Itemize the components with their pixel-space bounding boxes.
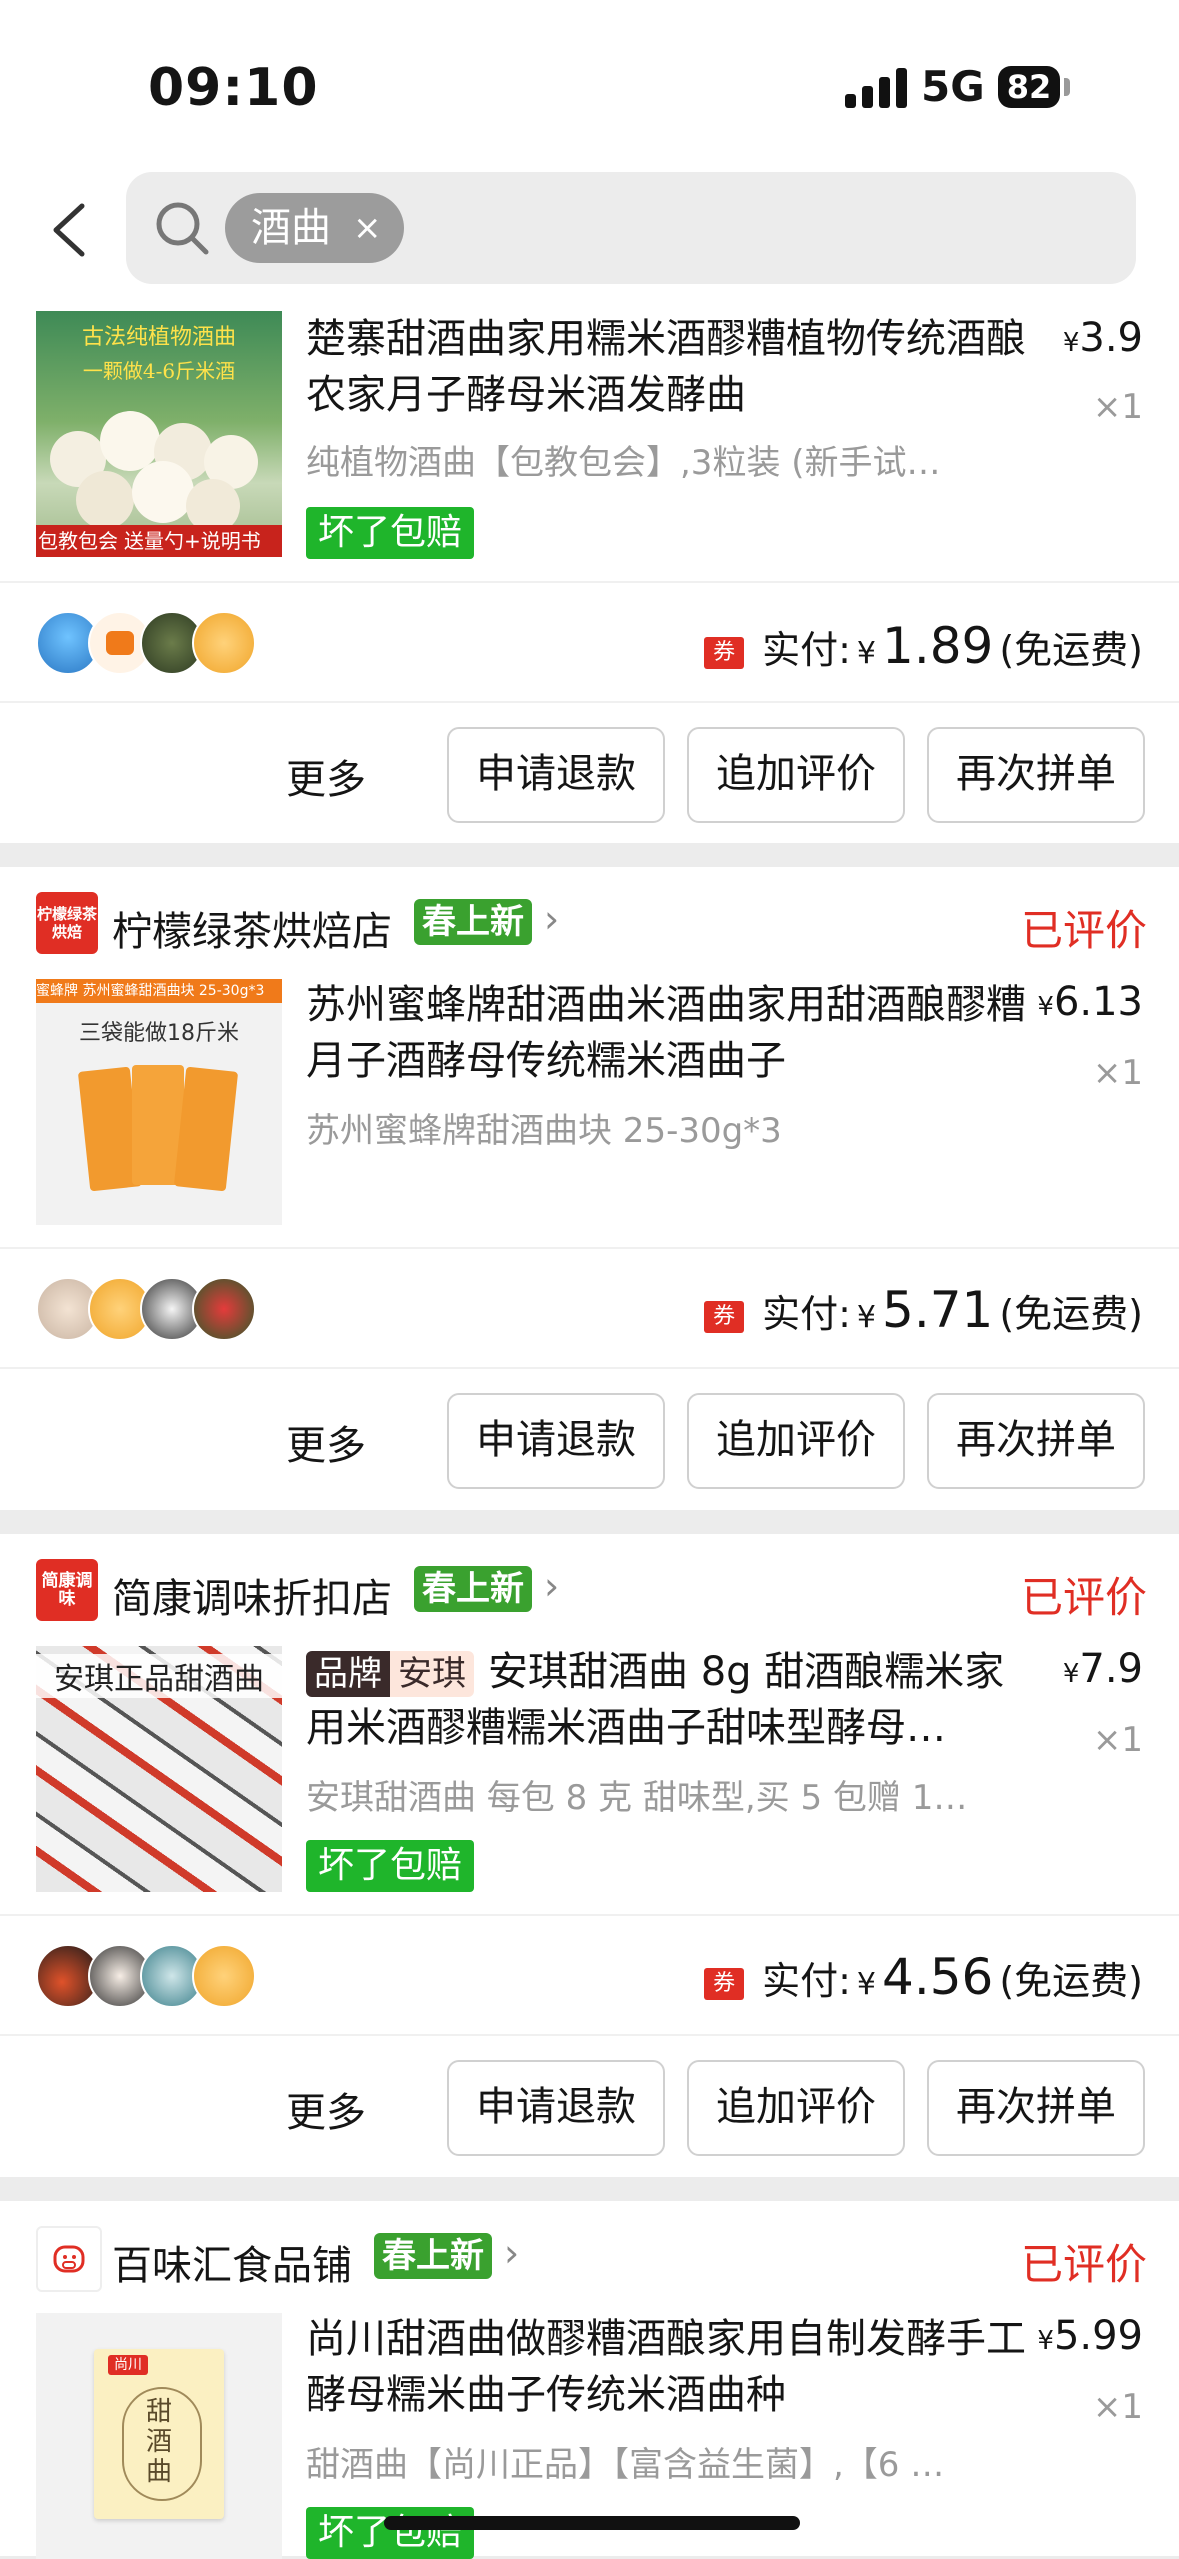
paid-amount: 券 实付: ¥1.89 (免运费) xyxy=(704,617,1143,675)
battery-icon: 82 xyxy=(998,66,1060,108)
order-card-4: 百味汇食品铺 春上新 › 已评价 尚川 甜酒曲 尚川甜酒曲做醪糟酒酿家用自制发酵… xyxy=(0,2201,1179,2559)
image-caption: 古法纯植物酒曲 xyxy=(81,325,236,350)
spring-new-badge: 春上新 xyxy=(374,2233,492,2279)
paid-amount: 券 实付: ¥4.56 (免运费) xyxy=(704,1948,1143,2006)
product-qty: ×1 xyxy=(1092,387,1143,427)
shop-name[interactable]: 简康调味折扣店 xyxy=(112,1566,392,1624)
shop-logo[interactable]: 简康调味 xyxy=(36,1559,98,1621)
add-review-button[interactable]: 追加评价 xyxy=(687,1393,905,1489)
product-spec: 苏州蜜蜂牌甜酒曲块 25-30g*3 xyxy=(306,1111,782,1151)
keyword-label: 酒曲 xyxy=(251,205,331,251)
clear-keyword-icon[interactable]: × xyxy=(353,193,382,263)
pig-icon xyxy=(53,2245,85,2273)
reorder-button[interactable]: 再次拼单 xyxy=(927,1393,1145,1489)
image-caption: 一颗做4-6斤米酒 xyxy=(82,359,236,383)
product-qty: ×1 xyxy=(1092,1720,1143,1760)
reorder-button[interactable]: 再次拼单 xyxy=(927,2060,1145,2156)
product-spec: 安琪甜酒曲 每包 8 克 甜味型,买 5 包赠 1… xyxy=(306,1778,968,1818)
product-price: ¥6.13 xyxy=(1037,979,1143,1025)
image-caption: 包教包会 xyxy=(38,529,118,553)
image-caption: 尚川 xyxy=(108,2355,148,2375)
shop-name[interactable]: 百味汇食品铺 xyxy=(112,2233,352,2291)
add-review-button[interactable]: 追加评价 xyxy=(687,2060,905,2156)
coupon-icon: 券 xyxy=(704,1301,745,1333)
image-caption: 三袋能做18斤米 xyxy=(79,1021,239,1046)
order-card-3: 简康调味 简康调味折扣店 春上新 › 已评价 安琪正品甜酒曲 品牌 安琪 安琪甜酒曲… xyxy=(0,1534,1179,2177)
paid-amount: 券 实付: ¥5.71 (免运费) xyxy=(704,1281,1143,1339)
more-button[interactable]: 更多 xyxy=(286,747,366,805)
divider xyxy=(0,1367,1179,1369)
product-title[interactable]: 楚寨甜酒曲家用糯米酒醪糟植物传统酒酿农家月子酵母米酒发酵曲 xyxy=(306,311,1026,423)
product-price: ¥3.9 xyxy=(1062,315,1143,361)
divider xyxy=(0,701,1179,703)
guarantee-badge: 坏了包赔 xyxy=(306,1840,475,1892)
coupon-icon: 券 xyxy=(704,637,745,669)
product-price: ¥7.9 xyxy=(1062,1646,1143,1692)
product-image[interactable]: 安琪正品甜酒曲 xyxy=(36,1646,282,1892)
coupon-icon: 券 xyxy=(704,1968,745,2000)
product-title[interactable]: 苏州蜜蜂牌甜酒曲米酒曲家用甜酒酿醪糟月子酒酵母传统糯米酒曲子 xyxy=(306,977,1026,1089)
spring-new-badge: 春上新 xyxy=(414,899,532,945)
home-indicator[interactable] xyxy=(384,2516,800,2530)
order-status: 已评价 xyxy=(1020,1573,1147,1622)
search-keyword-chip[interactable]: 酒曲 × xyxy=(225,193,404,263)
refund-button[interactable]: 申请退款 xyxy=(447,1393,665,1489)
status-time: 09:10 xyxy=(148,58,319,118)
product-image[interactable]: 尚川 甜酒曲 xyxy=(36,2313,282,2559)
image-caption: 甜酒曲 xyxy=(146,2397,173,2487)
image-caption: 安琪正品甜酒曲 xyxy=(36,1654,282,1698)
brand-name-tag: 安琪 xyxy=(390,1651,474,1697)
network-type: 5G xyxy=(921,62,985,111)
divider xyxy=(0,581,1179,583)
chevron-right-icon[interactable]: › xyxy=(544,897,559,941)
avatar xyxy=(192,1277,256,1341)
avatar xyxy=(192,1944,256,2008)
refund-button[interactable]: 申请退款 xyxy=(447,2060,665,2156)
order-card-2: 柠檬绿茶烘焙 柠檬绿茶烘焙店 春上新 › 已评价 蜜蜂牌 苏州蜜蜂甜酒曲块 25… xyxy=(0,867,1179,1510)
reorder-button[interactable]: 再次拼单 xyxy=(927,727,1145,823)
product-qty: ×1 xyxy=(1092,1053,1143,1093)
chevron-right-icon[interactable]: › xyxy=(544,1564,559,1608)
product-title[interactable]: 品牌 安琪 安琪甜酒曲 8g 甜酒酿糯米家用米酒醪糟糯米酒曲子甜味型酵母… xyxy=(306,1644,1026,1756)
product-qty: ×1 xyxy=(1092,2387,1143,2427)
product-spec: 纯植物酒曲【包教包会】,3粒装 (新手试… xyxy=(306,443,941,483)
order-status: 已评价 xyxy=(1020,906,1147,955)
divider xyxy=(0,1247,1179,1249)
spring-new-badge: 春上新 xyxy=(414,1566,532,1612)
product-image[interactable]: 古法纯植物酒曲 一颗做4-6斤米酒 包教包会 送量勺+说明书 xyxy=(36,311,282,557)
avatar xyxy=(192,611,256,675)
brand-tag: 品牌 xyxy=(306,1651,390,1697)
shop-logo[interactable]: 柠檬绿茶烘焙 xyxy=(36,892,98,954)
order-status: 已评价 xyxy=(1020,2240,1147,2289)
divider xyxy=(0,1914,1179,1916)
refund-button[interactable]: 申请退款 xyxy=(447,727,665,823)
shop-name[interactable]: 柠檬绿茶烘焙店 xyxy=(112,899,392,957)
more-button[interactable]: 更多 xyxy=(286,2080,366,2138)
image-caption: 蜜蜂牌 苏州蜜蜂甜酒曲块 25-30g*3 xyxy=(36,979,282,1003)
chevron-right-icon[interactable]: › xyxy=(504,2231,519,2275)
product-spec: 甜酒曲【尚川正品】【富含益生菌】,【6 … xyxy=(306,2445,945,2485)
guarantee-badge: 坏了包赔 xyxy=(306,2507,475,2559)
add-review-button[interactable]: 追加评价 xyxy=(687,727,905,823)
search-icon xyxy=(152,198,212,258)
status-bar: 09:10 5G 82 xyxy=(0,0,1179,165)
order-card-1: 古法纯植物酒曲 一颗做4-6斤米酒 包教包会 送量勺+说明书 楚寨甜酒曲家用糯米… xyxy=(0,305,1179,843)
product-image[interactable]: 蜜蜂牌 苏州蜜蜂甜酒曲块 25-30g*3 三袋能做18斤米 xyxy=(36,979,282,1225)
back-icon[interactable] xyxy=(44,200,104,260)
more-button[interactable]: 更多 xyxy=(286,1413,366,1471)
image-caption: 送量勺+说明书 xyxy=(124,529,261,553)
divider xyxy=(0,2034,1179,2036)
signal-icon xyxy=(845,66,907,108)
shop-logo[interactable] xyxy=(36,2226,102,2292)
product-price: ¥5.99 xyxy=(1037,2313,1143,2359)
guarantee-badge: 坏了包赔 xyxy=(306,507,475,559)
product-title[interactable]: 尚川甜酒曲做醪糟酒酿家用自制发酵手工酵母糯米曲子传统米酒曲种 xyxy=(306,2311,1026,2423)
battery-tip xyxy=(1064,78,1070,96)
